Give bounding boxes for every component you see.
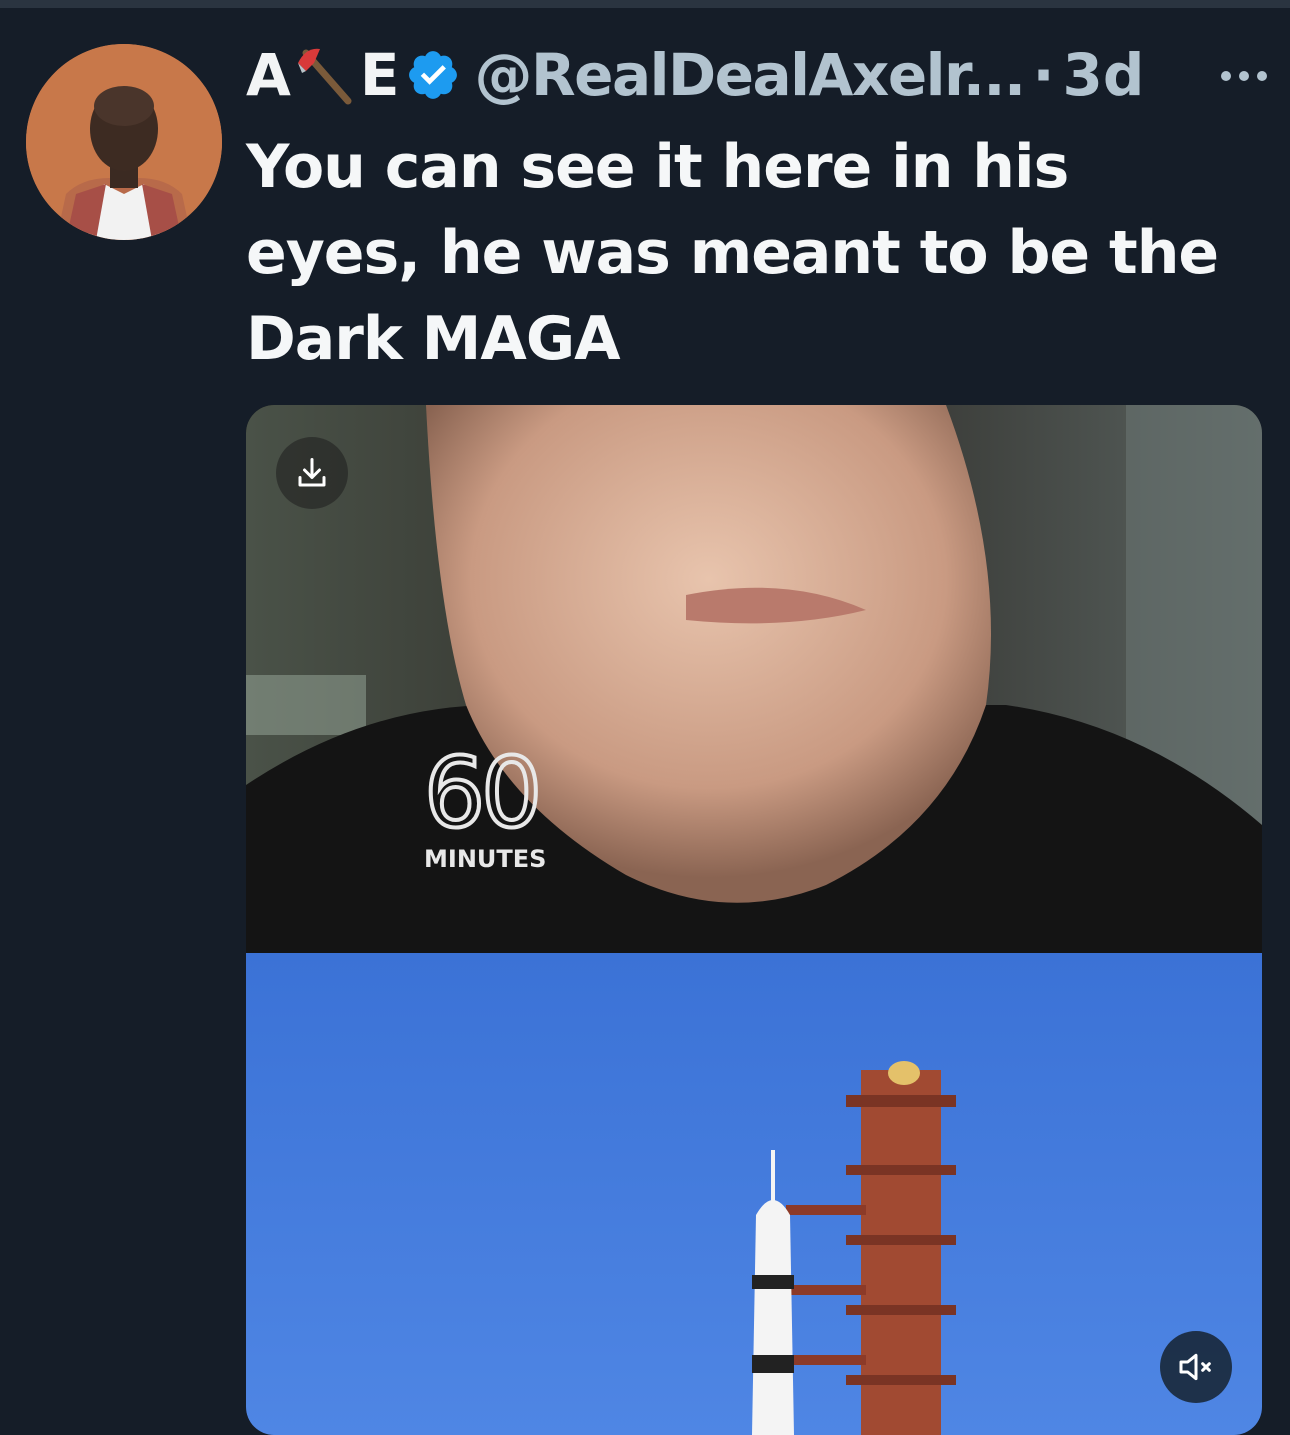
display-name-start[interactable]: A xyxy=(246,41,291,109)
separator-dot: · xyxy=(1032,41,1055,109)
top-divider xyxy=(0,0,1290,8)
mute-button[interactable] xyxy=(1160,1331,1232,1403)
logo-word: MINUTES xyxy=(424,845,547,873)
axe-icon xyxy=(290,45,360,105)
sixty-minutes-logo: 60 MINUTES xyxy=(422,737,594,873)
user-handle[interactable]: @RealDealAxelr... xyxy=(475,41,1026,109)
display-name-end[interactable]: E xyxy=(360,41,400,109)
video-frame xyxy=(246,405,1262,1435)
avatar-image xyxy=(26,44,222,240)
tweet-text: You can see it here in his eyes, he was … xyxy=(246,132,1219,374)
logo-number: 60 xyxy=(422,737,544,849)
avatar[interactable] xyxy=(26,44,222,240)
volume-muted-icon xyxy=(1179,1353,1211,1381)
timestamp[interactable]: 3d xyxy=(1063,41,1145,109)
tweet-video[interactable]: 60 MINUTES xyxy=(246,405,1262,1435)
verified-badge-icon xyxy=(405,47,461,103)
download-icon xyxy=(298,458,326,487)
more-options-icon[interactable] xyxy=(1212,56,1276,96)
download-button[interactable] xyxy=(276,437,348,509)
tweet-header: A E @RealDealAxelr... · 3d xyxy=(246,40,1276,110)
